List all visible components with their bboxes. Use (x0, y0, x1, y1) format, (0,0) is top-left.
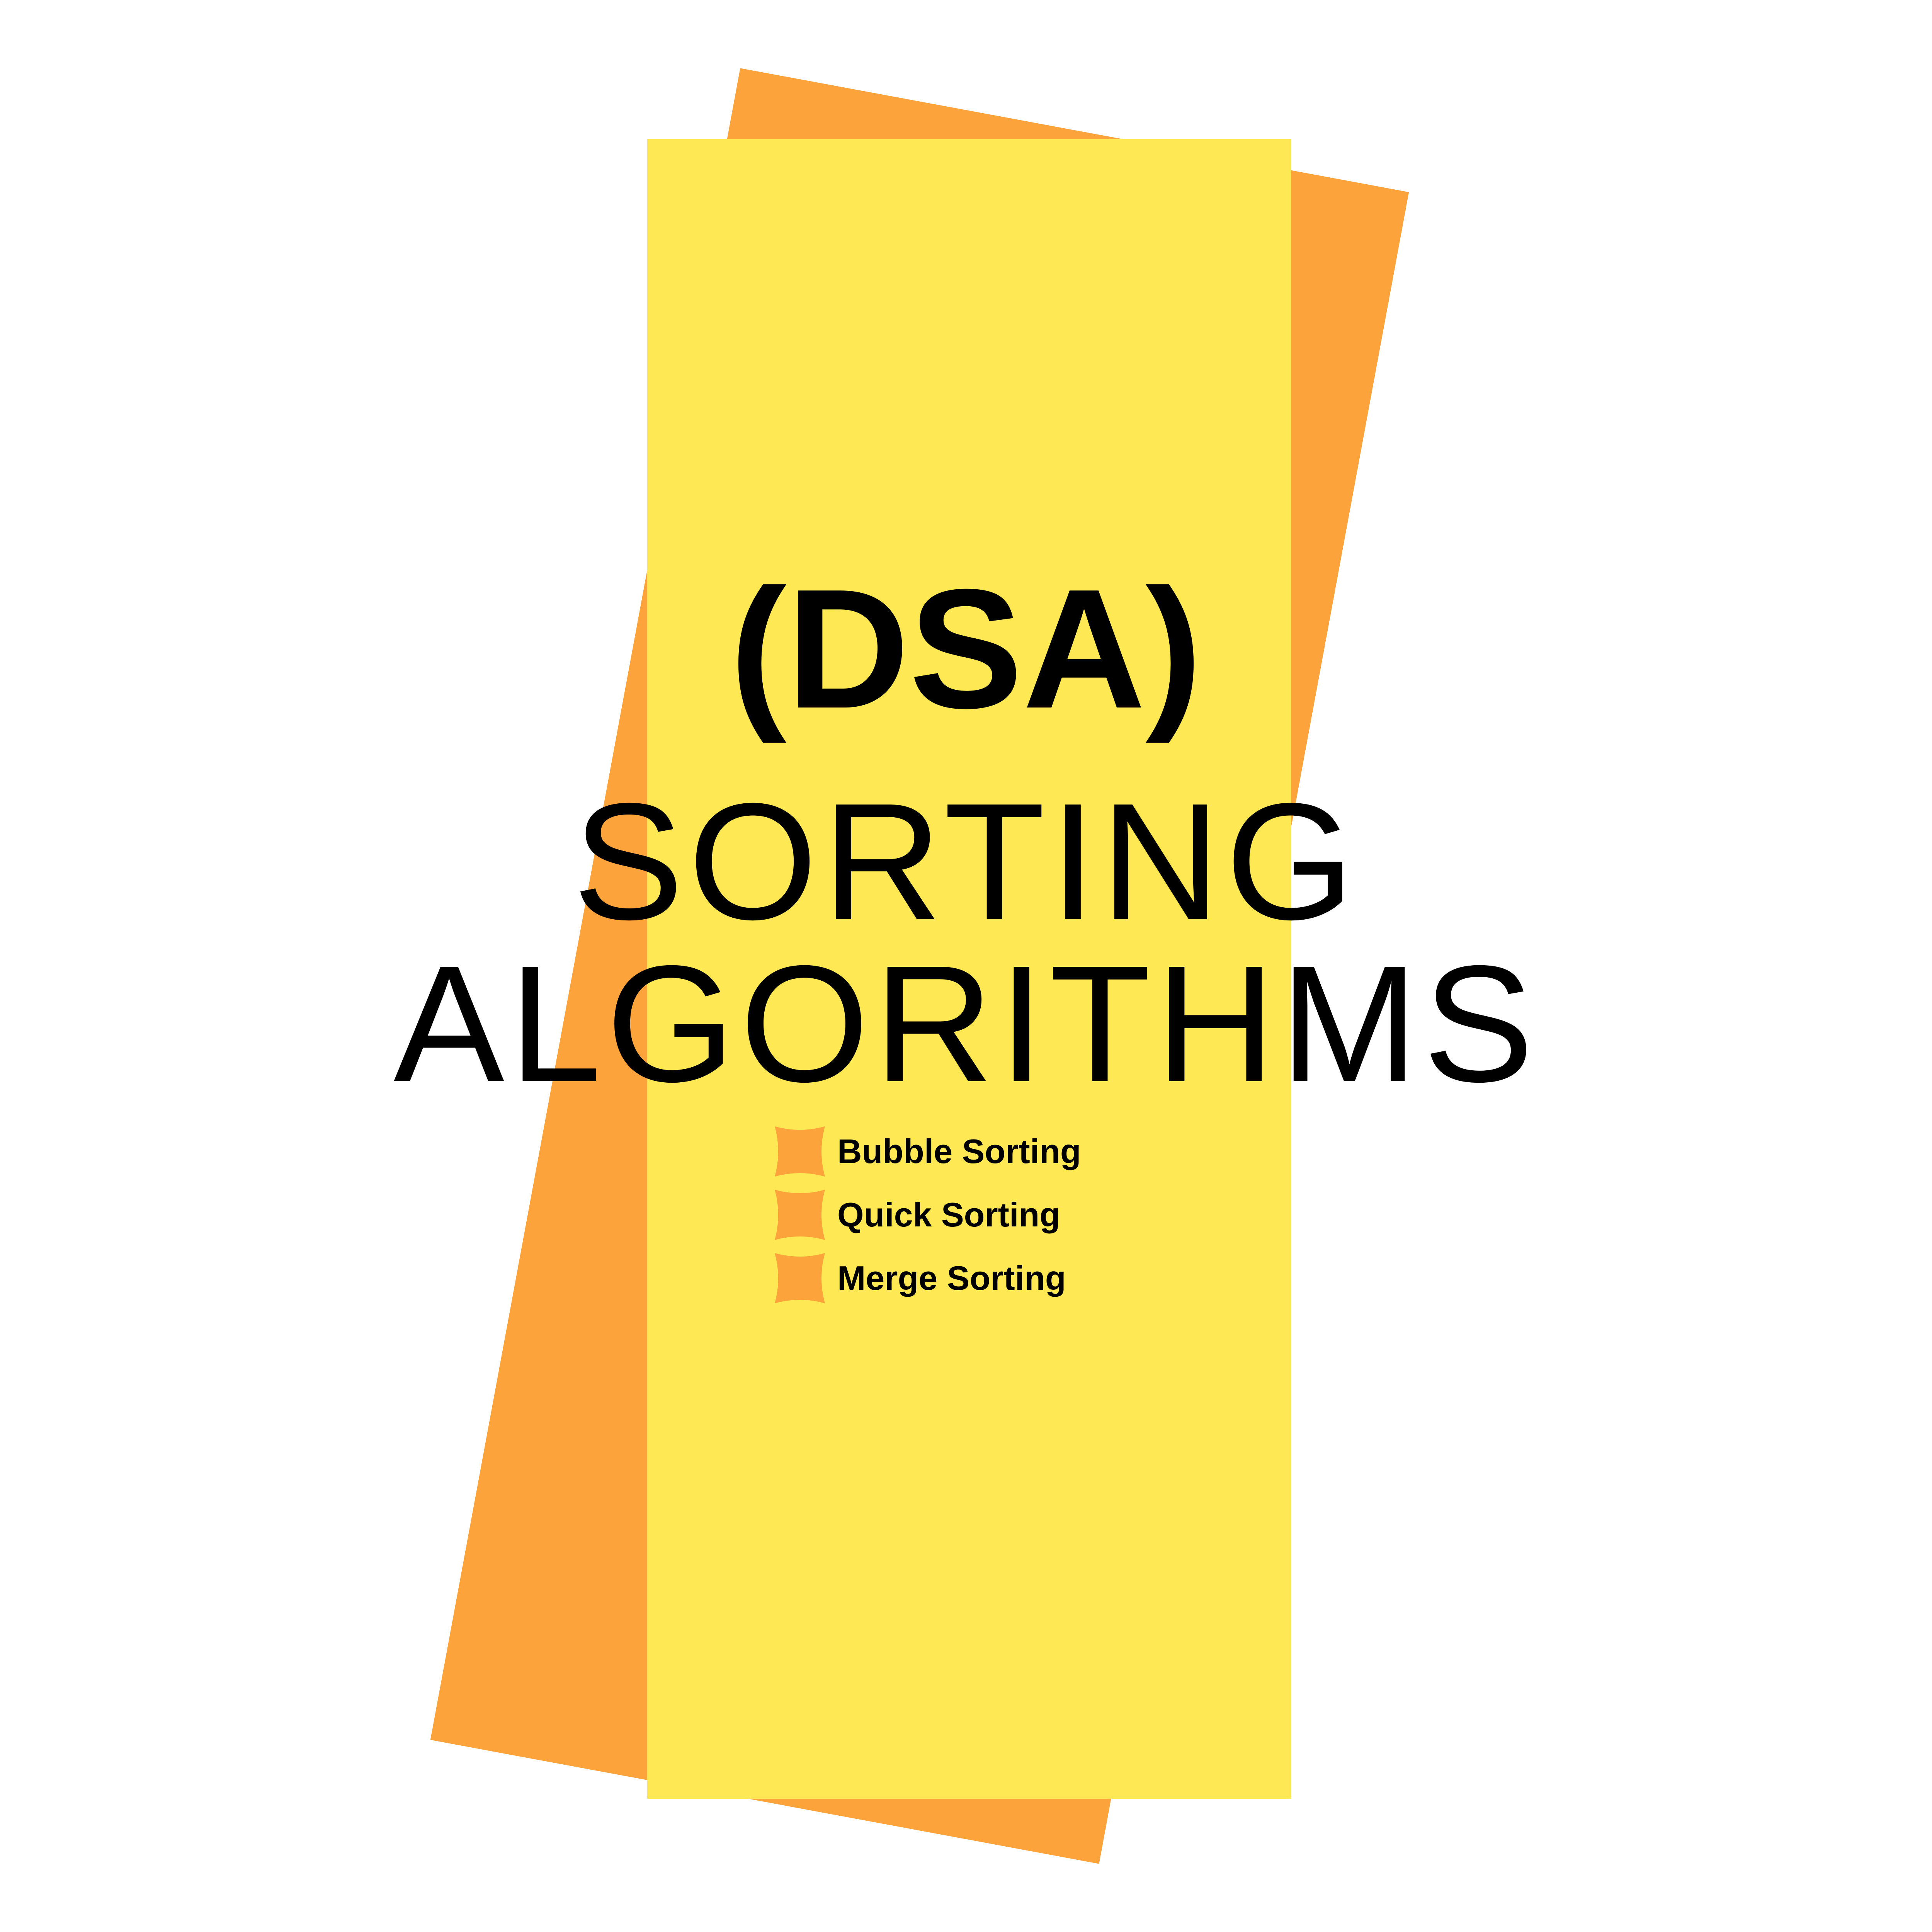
title-abbreviation: (DSA) (730, 554, 1202, 744)
concave-square-bullet-icon (775, 1190, 825, 1240)
concave-square-bullet-icon (775, 1253, 825, 1303)
list-item: Quick Sorting (775, 1183, 1081, 1247)
topic-list: Bubble Sorting Quick Sorting Merge Sorti… (775, 1120, 1081, 1310)
title-line-2: ALGORITHMS (393, 931, 1539, 1117)
list-item: Merge Sorting (775, 1247, 1081, 1310)
concave-square-bullet-icon (775, 1126, 825, 1177)
list-item: Bubble Sorting (775, 1120, 1081, 1183)
poster-canvas: (DSA) SORTING ALGORITHMS Bubble Sorting … (0, 0, 1932, 1932)
title-line-1: SORTING (573, 769, 1359, 954)
topic-label-bubble: Bubble Sorting (837, 1132, 1081, 1170)
topic-label-merge: Merge Sorting (837, 1259, 1066, 1297)
topic-label-quick: Quick Sorting (837, 1196, 1060, 1234)
